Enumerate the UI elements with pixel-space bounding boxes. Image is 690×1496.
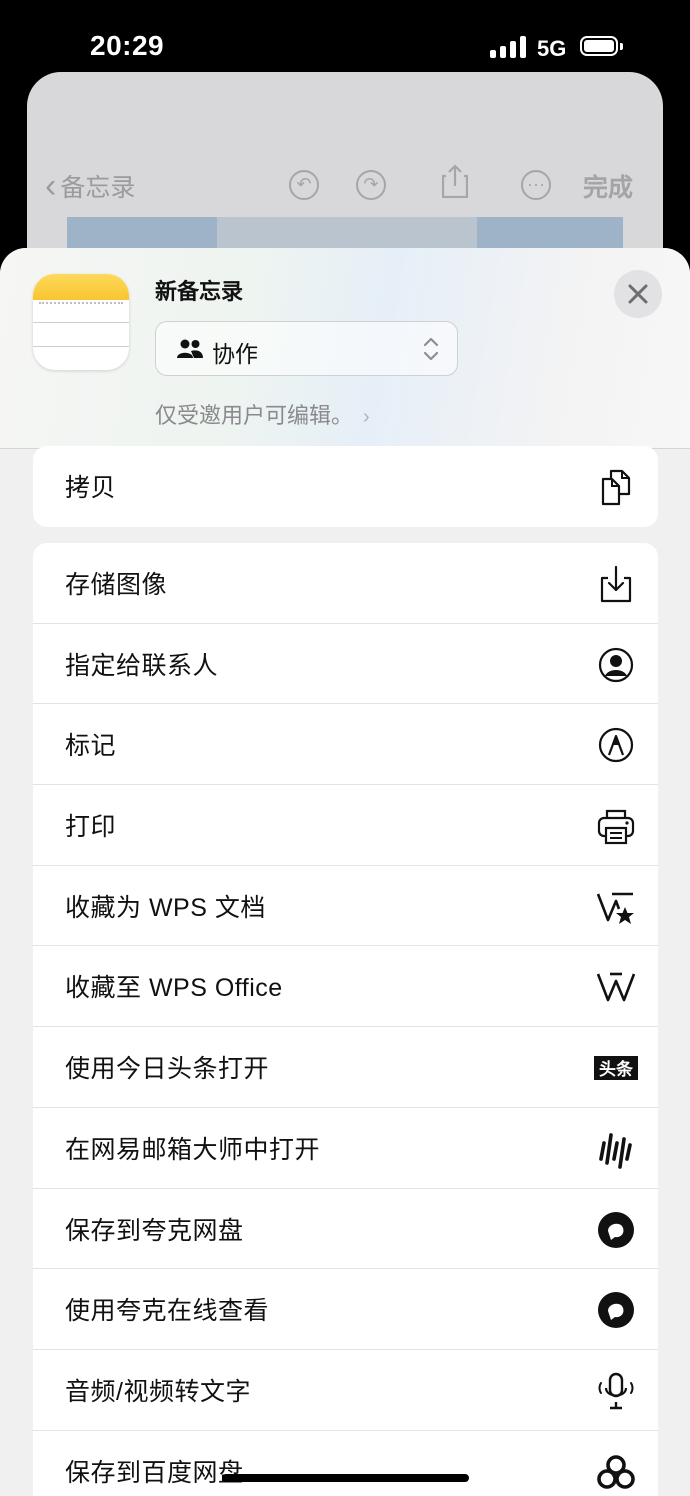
share-icon (442, 164, 468, 198)
toutiao-icon: 头条 (594, 1056, 638, 1081)
netease-mail-icon (599, 1133, 632, 1169)
chevron-right-icon: › (363, 406, 370, 428)
markup-icon (598, 728, 634, 763)
action-row-audio-to-text[interactable]: 音频/视频转文字 (33, 1350, 658, 1431)
action-label: 拷贝 (65, 474, 117, 502)
action-label: 指定给联系人 (65, 651, 219, 680)
close-button[interactable] (614, 270, 662, 318)
close-icon (628, 284, 648, 304)
action-label: 使用今日头条打开 (65, 1055, 270, 1084)
undo-icon: ↶ (289, 170, 319, 200)
permission-link[interactable]: 仅受邀用户可编辑。 › (155, 398, 370, 430)
action-label: 收藏至 WPS Office (65, 974, 283, 1003)
back-label: 备忘录 (60, 174, 136, 202)
people-icon (177, 339, 203, 358)
action-label: 收藏为 WPS 文档 (65, 893, 266, 922)
home-indicator[interactable] (222, 1474, 469, 1482)
action-label: 在网易邮箱大师中打开 (65, 1135, 321, 1164)
action-group-main: 存储图像 指定给联系人 标记 打印 收藏为 WPS 文档 收藏至 WPS Off… (33, 543, 658, 1496)
wps-doc-icon (596, 892, 634, 924)
action-label: 标记 (65, 732, 117, 761)
save-image-icon (600, 565, 632, 603)
action-row-quark-save[interactable]: 保存到夸克网盘 (33, 1189, 658, 1270)
back-button: ‹ 备忘录 (45, 168, 135, 204)
copy-icon (601, 469, 631, 506)
action-row-quark-view[interactable]: 使用夸克在线查看 (33, 1269, 658, 1350)
collaboration-selector[interactable]: 协作 (155, 321, 458, 376)
quark-view-icon (598, 1292, 634, 1329)
action-label: 使用夸克在线查看 (65, 1297, 270, 1326)
quark-icon (598, 1211, 634, 1248)
toutiao-badge-text: 头条 (599, 1059, 634, 1080)
microphone-icon (598, 1372, 634, 1410)
redo-icon: ↷ (356, 170, 386, 200)
chevron-updown-icon (423, 337, 439, 361)
note-title: 新备忘录 (155, 279, 244, 304)
contact-icon (598, 647, 634, 682)
action-label: 音频/视频转文字 (65, 1377, 251, 1406)
action-row-print[interactable]: 打印 (33, 785, 658, 866)
baidu-netdisk-icon (597, 1454, 635, 1489)
action-row-toutiao[interactable]: 使用今日头条打开 头条 (33, 1027, 658, 1108)
share-sheet-header: 新备忘录 协作 仅受邀用户可编辑。 › (0, 248, 690, 449)
action-row-netease-mail[interactable]: 在网易邮箱大师中打开 (33, 1108, 658, 1189)
chevron-left-icon: ‹ (45, 167, 57, 205)
done-button: 完成 (583, 174, 634, 202)
background-nav-bar: ‹ 备忘录 ↶ ↷ ··· 完成 (27, 162, 663, 208)
network-label: 5G (537, 36, 567, 61)
action-row-wps-doc[interactable]: 收藏为 WPS 文档 (33, 866, 658, 947)
action-row-assign-contact[interactable]: 指定给联系人 (33, 624, 658, 705)
signal-icon (490, 36, 526, 58)
permission-text: 仅受邀用户可编辑。 (155, 403, 354, 428)
action-row-copy[interactable]: 拷贝 (33, 446, 658, 527)
action-row-baidu-netdisk[interactable]: 保存到百度网盘 (33, 1431, 658, 1496)
action-row-save-image[interactable]: 存储图像 (33, 543, 658, 624)
more-icon: ··· (521, 170, 551, 200)
wps-office-icon (596, 973, 636, 1002)
share-sheet: 新备忘录 协作 仅受邀用户可编辑。 › 拷贝 存储图像 指定给联系人 标记 打印… (0, 248, 690, 1496)
status-time: 20:29 (90, 30, 165, 61)
action-row-wps-office[interactable]: 收藏至 WPS Office (33, 946, 658, 1028)
action-label: 打印 (65, 813, 117, 842)
notes-app-icon (33, 274, 129, 370)
collab-label: 协作 (212, 341, 258, 367)
action-label: 保存到百度网盘 (65, 1458, 244, 1487)
action-label: 保存到夸克网盘 (65, 1216, 244, 1245)
print-icon (597, 809, 635, 845)
action-group-copy: 拷贝 (33, 446, 658, 527)
battery-icon (580, 36, 624, 58)
action-label: 存储图像 (65, 571, 168, 599)
action-row-markup[interactable]: 标记 (33, 704, 658, 786)
